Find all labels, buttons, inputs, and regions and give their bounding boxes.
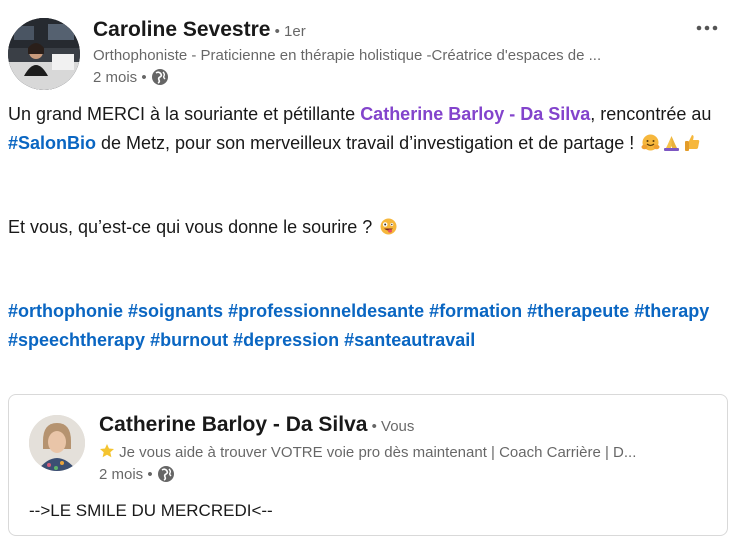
star-emoji-icon — [99, 443, 115, 459]
hashtag-link[interactable]: #formation — [429, 301, 522, 321]
hashtag-link[interactable]: #santeautravail — [344, 330, 475, 350]
connection-degree: • 1er — [270, 23, 306, 40]
hashtag-link[interactable]: #orthophonie — [8, 301, 123, 321]
hashtag-link[interactable]: #SalonBio — [8, 133, 96, 153]
thumbs-up-emoji-icon — [683, 132, 702, 151]
hashtag-link[interactable]: #therapy — [634, 301, 709, 321]
author-name-text[interactable]: Caroline Sevestre — [93, 18, 270, 41]
post-time: 2 mois • — [93, 68, 147, 86]
author-avatar[interactable] — [8, 18, 80, 90]
shared-author-name[interactable]: Catherine Barloy - Da Silva • Vous — [99, 413, 414, 437]
hashtag-link[interactable]: #soignants — [128, 301, 223, 321]
author-photo — [8, 18, 80, 90]
hugging-face-emoji-icon — [641, 132, 660, 151]
hashtag-link[interactable]: #burnout — [150, 330, 228, 350]
shared-author-headline-text: Je vous aide à trouver VOTRE voie pro dè… — [115, 444, 637, 461]
post-meta: 2 mois • — [93, 68, 169, 86]
more-options-button[interactable] — [693, 14, 721, 42]
author-name[interactable]: Caroline Sevestre • 1er — [93, 18, 306, 42]
globe-icon — [157, 465, 175, 483]
post-paragraph-1: Un grand MERCI à la souriante et pétilla… — [8, 100, 723, 158]
hashtag-link[interactable]: #therapeute — [527, 301, 629, 321]
hashtag-link[interactable]: #depression — [233, 330, 339, 350]
globe-icon — [151, 68, 169, 86]
shared-author-name-text[interactable]: Catherine Barloy - Da Silva — [99, 413, 367, 436]
hashtag-link[interactable]: #speechtherapy — [8, 330, 145, 350]
post-text: de Metz, pour son merveilleux travail d’… — [96, 133, 640, 153]
shared-post-time: 2 mois • — [99, 465, 153, 483]
folded-hands-emoji-icon — [662, 132, 681, 151]
shared-author-headline: Je vous aide à trouver VOTRE voie pro dè… — [99, 443, 694, 461]
post-paragraph-2: Et vous, qu’est-ce qui vous donne le sou… — [8, 213, 723, 242]
post-body: Un grand MERCI à la souriante et pétilla… — [8, 100, 723, 355]
zany-face-emoji-icon — [379, 216, 398, 235]
shared-author-photo — [29, 415, 85, 471]
post-text: Un grand MERCI à la souriante et pétilla… — [8, 104, 361, 124]
feed-post: Caroline Sevestre • 1er Orthophoniste - … — [0, 0, 735, 536]
shared-post-card[interactable]: Catherine Barloy - Da Silva • Vous Je vo… — [8, 394, 728, 536]
more-horizontal-icon — [696, 25, 718, 31]
post-text: Et vous, qu’est-ce qui vous donne le sou… — [8, 217, 378, 237]
connection-degree: • Vous — [367, 418, 415, 435]
mention-link[interactable]: Catherine Barloy - Da Silva — [360, 104, 590, 124]
shared-post-meta: 2 mois • — [99, 465, 175, 483]
shared-post-text: -->LE SMILE DU MERCREDI<-- — [29, 501, 273, 520]
author-headline: Orthophoniste - Praticienne en thérapie … — [93, 47, 602, 64]
shared-author-avatar[interactable] — [29, 415, 85, 471]
post-text: , rencontrée au — [590, 104, 712, 124]
hashtag-link[interactable]: #professionneldesante — [228, 301, 424, 321]
hashtag-list: #orthophonie #soignants #professionnelde… — [8, 297, 723, 355]
